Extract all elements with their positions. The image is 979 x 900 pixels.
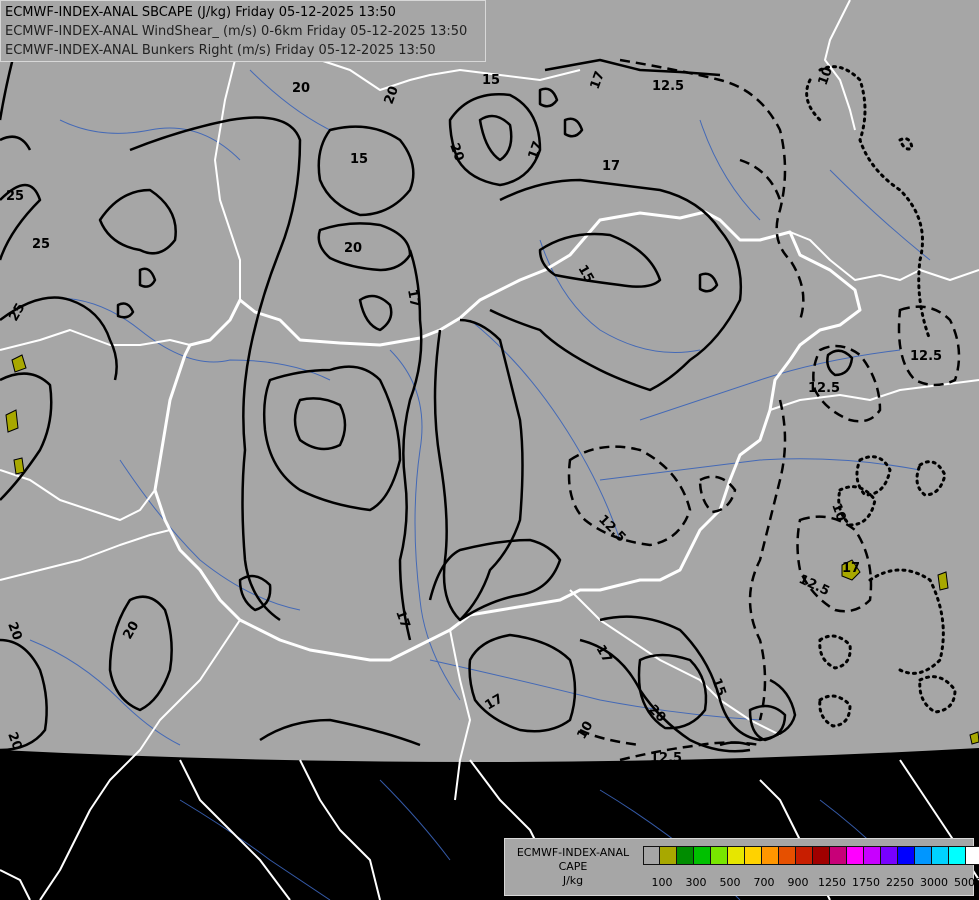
legend-swatch (711, 846, 728, 865)
legend-source-label: ECMWF-INDEX-ANAL (516, 846, 630, 859)
title-line-bunkers: ECMWF-INDEX-ANAL Bunkers Right (m/s) Fri… (5, 43, 436, 58)
legend-swatch (643, 846, 660, 865)
legend-swatch (796, 846, 813, 865)
legend-tick-label: 100 (651, 876, 673, 889)
contour-label: 25 (32, 237, 50, 252)
contour-label: 15 (350, 152, 368, 167)
legend-swatch (728, 846, 745, 865)
legend-swatch (677, 846, 694, 865)
legend-swatch (966, 846, 979, 865)
legend-swatch (813, 846, 830, 865)
contour-label: 17 (602, 159, 620, 174)
legend-swatch (660, 846, 677, 865)
contour-label: 25 (6, 189, 24, 204)
weather-map: 20 25 25 25 20 15 20 20 15 17 17 17 15 1… (0, 0, 979, 900)
legend-swatch (864, 846, 881, 865)
map-title-box: ECMWF-INDEX-ANAL SBCAPE (J/kg) Friday 05… (0, 0, 486, 62)
legend-tick-label: 900 (787, 876, 809, 889)
legend-swatch (745, 846, 762, 865)
contour-label: 12.5 (652, 79, 684, 94)
legend-variable-label: CAPE (558, 860, 588, 873)
legend-swatch (779, 846, 796, 865)
legend-tick-label: 1250 (818, 876, 846, 889)
contour-label: 20 (292, 81, 310, 96)
legend-tick-labels: 100 300 500 700 900 1250 1750 2250 3000 5000 (641, 876, 979, 890)
contour-label: 20 (344, 241, 362, 256)
contour-label: 17 (842, 561, 860, 576)
contour-label: 12.5 (650, 751, 682, 766)
contour-label: 12.5 (910, 349, 942, 364)
legend-tick-label: 300 (685, 876, 707, 889)
legend-swatch (762, 846, 779, 865)
legend-tick-label: 2250 (886, 876, 914, 889)
title-line-sbcape: ECMWF-INDEX-ANAL SBCAPE (J/kg) Friday 05… (5, 5, 396, 20)
legend-color-scale (643, 846, 979, 865)
legend-swatch (949, 846, 966, 865)
legend-swatch (881, 846, 898, 865)
legend-tick-label: 3000 (920, 876, 948, 889)
legend-tick-label: 1750 (852, 876, 880, 889)
legend-swatch (694, 846, 711, 865)
contour-label: 15 (482, 73, 500, 88)
cape-legend: ECMWF-INDEX-ANAL CAPE J/kg 100 300 500 700 9… (504, 838, 979, 896)
legend-swatch (898, 846, 915, 865)
legend-swatch (830, 846, 847, 865)
title-line-windshear: ECMWF-INDEX-ANAL WindShear_ (m/s) 0-6km … (5, 24, 468, 39)
legend-tick-label: 5000 (954, 876, 979, 889)
legend-unit-label: J/kg (562, 874, 584, 887)
legend-tick-label: 700 (753, 876, 775, 889)
map-frame: 20 25 25 25 20 15 20 20 15 17 17 17 15 1… (0, 0, 979, 900)
contour-label: 12.5 (808, 381, 840, 396)
contour-label: 17 (404, 288, 422, 308)
legend-swatch (915, 846, 932, 865)
legend-tick-label: 500 (719, 876, 741, 889)
legend-swatch (847, 846, 864, 865)
legend-swatch (932, 846, 949, 865)
